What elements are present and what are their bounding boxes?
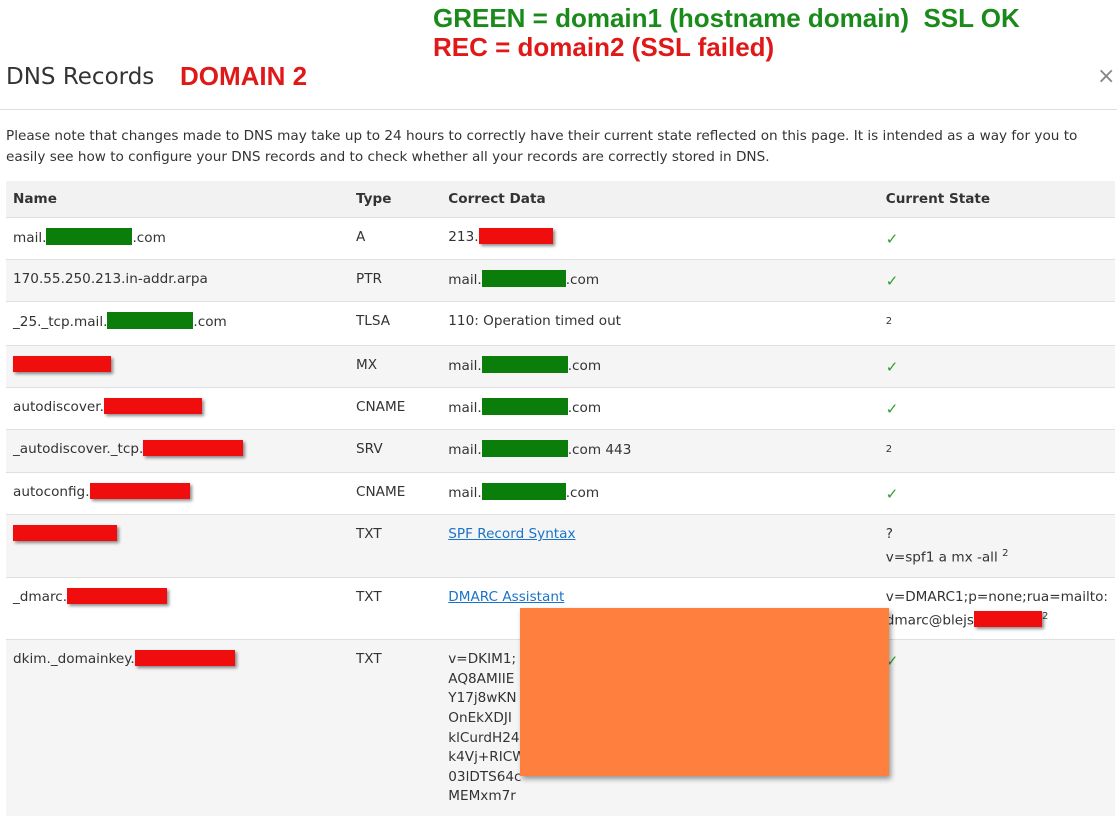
- record-name: autoconfig.: [6, 472, 349, 515]
- checkmark-icon: ✓: [885, 357, 899, 376]
- red-redaction: [478, 228, 553, 244]
- record-name: [6, 344, 349, 388]
- record-type: A: [349, 217, 442, 260]
- table-header-row: Name Type Correct Data Current State: [6, 181, 1115, 218]
- domain-annotation-label: DOMAIN 2: [180, 61, 308, 91]
- footnote-marker: 2: [1041, 610, 1049, 622]
- table-row: _25._tcp.mail. .com TLSA 110: Operation t…: [6, 301, 1115, 346]
- checkmark-icon: ✓: [885, 399, 899, 418]
- record-state: ✓: [878, 639, 1115, 816]
- table-row: mail. .com A 213. ✓: [6, 217, 1115, 260]
- record-name: mail. .com: [6, 217, 349, 260]
- checkmark-icon: ✓: [885, 272, 899, 290]
- green-redaction: [481, 439, 568, 457]
- dmarc-assistant-link[interactable]: DMARC Assistant: [448, 589, 564, 605]
- record-type: SRV: [349, 428, 442, 473]
- record-correct-data: mail. .com: [441, 259, 879, 302]
- record-type: TXT: [349, 514, 442, 578]
- red-redaction: [67, 587, 168, 604]
- header-name: Name: [6, 181, 349, 218]
- record-type: PTR: [349, 259, 442, 302]
- record-type: TLSA: [349, 301, 442, 346]
- record-name: _dmarc.: [6, 576, 349, 640]
- record-type: TXT: [349, 576, 442, 640]
- checkmark-icon: ✓: [885, 230, 899, 248]
- record-name: [6, 514, 349, 578]
- annotation-red-line: REC = domain2 (SSL failed): [433, 32, 775, 62]
- header-divider: [0, 109, 1117, 110]
- spf-record-syntax-link[interactable]: SPF Record Syntax: [448, 526, 575, 542]
- red-redaction: [103, 397, 202, 414]
- record-name: _autodiscover._tcp.: [6, 428, 349, 473]
- record-state: ✓: [878, 472, 1115, 515]
- footnote-marker: 2: [885, 316, 893, 327]
- record-name: _25._tcp.mail. .com: [6, 301, 349, 346]
- record-state: ✓: [878, 259, 1115, 302]
- record-state: v=DMARC1;p=none;rua=mailto: dmarc@blejs 2: [878, 576, 1115, 640]
- record-state: ✓: [878, 344, 1115, 388]
- record-type: TXT: [349, 639, 442, 816]
- record-state: ✓: [878, 217, 1115, 260]
- record-state: ✓: [878, 386, 1115, 430]
- record-type: CNAME: [349, 472, 442, 515]
- record-name: autodiscover.: [6, 386, 349, 430]
- red-redaction: [973, 611, 1042, 628]
- record-correct-data: mail. .com 443: [441, 428, 879, 473]
- header-current-state: Current State: [878, 181, 1115, 218]
- table-row: autoconfig. CNAME mail. .com ✓: [6, 472, 1115, 515]
- record-name: 170.55.250.213.in-addr.arpa: [6, 259, 349, 302]
- green-redaction: [481, 483, 566, 501]
- record-state: ? v=spf1 a mx -all 2: [878, 514, 1115, 578]
- record-state: 2: [878, 428, 1115, 473]
- green-redaction: [107, 312, 194, 329]
- table-row: TXT SPF Record Syntax ? v=spf1 a mx -all …: [6, 514, 1115, 578]
- annotation-green-line: GREEN = domain1 (hostname domain) SSL OK: [433, 3, 1020, 33]
- table-row: _autodiscover._tcp. SRV mail. .com 443 2: [6, 428, 1115, 473]
- red-redaction: [13, 525, 117, 542]
- record-correct-data: mail. .com: [441, 472, 879, 515]
- dkim-line: MEMxm7r: [448, 788, 516, 805]
- table-row: 170.55.250.213.in-addr.arpa PTR mail. .co…: [6, 259, 1115, 302]
- table-row: MX mail. .com ✓: [6, 344, 1115, 388]
- green-redaction: [481, 355, 568, 373]
- record-correct-data: 110: Operation timed out: [441, 301, 879, 346]
- close-icon[interactable]: ×: [1097, 66, 1117, 88]
- header-correct-data: Correct Data: [441, 181, 879, 218]
- record-type: MX: [349, 344, 442, 388]
- green-redaction: [481, 397, 568, 415]
- dns-note: Please note that changes made to DNS may…: [6, 128, 1078, 165]
- record-correct-data: mail. .com: [441, 344, 879, 388]
- record-name: dkim._domainkey.: [6, 639, 349, 816]
- record-state: 2: [878, 301, 1115, 346]
- orange-redaction: [520, 608, 889, 776]
- header-type: Type: [349, 181, 442, 218]
- dialog-title: DNS Records: [6, 64, 155, 90]
- red-redaction: [89, 483, 190, 500]
- record-correct-data: 213.: [441, 217, 879, 260]
- footnote-marker: 2: [1002, 548, 1009, 560]
- red-redaction: [143, 439, 244, 456]
- table-row: autodiscover. CNAME mail. .com ✓: [6, 386, 1115, 430]
- red-redaction: [13, 355, 111, 372]
- green-redaction: [481, 270, 566, 287]
- red-redaction: [134, 650, 235, 667]
- checkmark-icon: ✓: [885, 485, 899, 504]
- record-correct-data: mail. .com: [441, 386, 879, 430]
- record-correct-data: SPF Record Syntax: [441, 514, 879, 578]
- green-redaction: [46, 228, 133, 245]
- record-type: CNAME: [349, 386, 442, 430]
- footnote-marker: 2: [885, 443, 893, 455]
